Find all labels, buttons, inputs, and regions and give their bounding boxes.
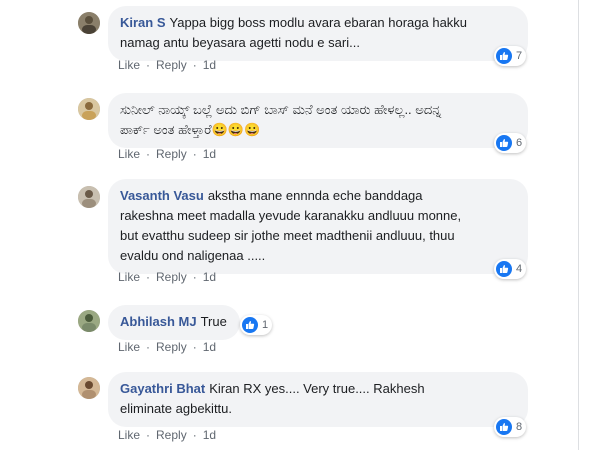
comment-author[interactable]: Gayathri Bhat <box>120 381 205 396</box>
comment-text: ಪಾರ್ಕ್ ಅಂತ ಹೇಳ್ತಾರೆ😀😀😀 <box>120 122 261 137</box>
comment-text: eliminate agbekittu. <box>120 401 233 416</box>
reaction-count[interactable]: 6 <box>494 133 527 153</box>
reply-link[interactable]: Reply <box>156 270 187 284</box>
reply-link[interactable]: Reply <box>156 428 187 442</box>
reaction-number: 6 <box>516 137 523 149</box>
comment-actions: Like · Reply · 1d <box>118 340 222 354</box>
thumbs-up-icon <box>242 317 258 333</box>
comment-bubble: Kiran S Yappa bigg boss modlu avara ebara… <box>108 6 528 61</box>
comment-actions: Like · Reply · 1d <box>118 147 222 161</box>
comment-text: rakeshna meet madalla yevude karanakku a… <box>120 208 462 223</box>
comment-author[interactable]: Vasanth Vasu <box>120 188 204 203</box>
comment-text: akstha mane ennnda eche banddaga <box>207 188 423 203</box>
separator: · <box>146 147 151 161</box>
comment-author[interactable]: Abhilash MJ <box>120 314 197 329</box>
comment-actions: Like · Reply · 1d <box>118 270 222 284</box>
reaction-number: 4 <box>516 263 523 275</box>
separator: · <box>146 58 151 72</box>
separator: · <box>146 270 151 284</box>
separator: · <box>192 58 197 72</box>
timestamp-link[interactable]: 1d <box>203 147 216 161</box>
separator: · <box>192 270 197 284</box>
reaction-count[interactable]: 8 <box>494 417 527 437</box>
like-link[interactable]: Like <box>118 340 140 354</box>
reaction-number: 7 <box>516 50 523 62</box>
timestamp-link[interactable]: 1d <box>203 340 216 354</box>
avatar[interactable] <box>78 186 100 208</box>
comment-bubble: Abhilash MJ True <box>108 305 240 340</box>
comment-text: ಸುನೀಲ್ ನಾಯ್ಕ್ ಬಲ್ಲೆ ಅದು ಬಿಗ್ ಬಾಸ್ ಮನೆ ಅಂ… <box>120 102 442 117</box>
reaction-count[interactable]: 7 <box>494 46 527 66</box>
comment-text: evaldu ond naligenaa ..... <box>120 248 266 263</box>
comment-bubble: Gayathri Bhat Kiran RX yes.... Very true.… <box>108 372 528 427</box>
separator: · <box>146 340 151 354</box>
separator: · <box>192 147 197 161</box>
thumbs-up-icon <box>496 135 512 151</box>
timestamp-link[interactable]: 1d <box>203 270 216 284</box>
avatar[interactable] <box>78 310 100 332</box>
comment-text: but evatthu sudeep sir jothe meet madthe… <box>120 228 455 243</box>
reply-link[interactable]: Reply <box>156 340 187 354</box>
thumbs-up-icon <box>496 419 512 435</box>
thumbs-up-icon <box>496 48 512 64</box>
reply-link[interactable]: Reply <box>156 58 187 72</box>
comment-author[interactable]: Kiran S <box>120 15 166 30</box>
comment-text: Kiran RX yes.... Very true.... Rakhesh <box>209 381 425 396</box>
separator: · <box>192 340 197 354</box>
like-link[interactable]: Like <box>118 147 140 161</box>
reaction-number: 8 <box>516 421 523 433</box>
comment-text: Yappa bigg boss modlu avara ebaran horag… <box>169 15 468 30</box>
thumbs-up-icon <box>496 261 512 277</box>
timestamp-link[interactable]: 1d <box>203 428 216 442</box>
reaction-number: 1 <box>262 319 269 331</box>
comment-actions: Like · Reply · 1d <box>118 58 222 72</box>
avatar[interactable] <box>78 12 100 34</box>
reaction-count[interactable]: 1 <box>240 315 273 335</box>
comment-text: True <box>200 314 227 329</box>
like-link[interactable]: Like <box>118 270 140 284</box>
comment-actions: Like · Reply · 1d <box>118 428 222 442</box>
like-link[interactable]: Like <box>118 58 140 72</box>
separator: · <box>146 428 151 442</box>
feed-border <box>578 0 579 450</box>
separator: · <box>192 428 197 442</box>
timestamp-link[interactable]: 1d <box>203 58 216 72</box>
like-link[interactable]: Like <box>118 428 140 442</box>
avatar[interactable] <box>78 98 100 120</box>
reply-link[interactable]: Reply <box>156 147 187 161</box>
comment-bubble: Vasanth Vasu akstha mane ennnda eche band… <box>108 179 528 274</box>
comment-text: namag antu beyasara agetti nodu e sari..… <box>120 35 360 50</box>
avatar[interactable] <box>78 377 100 399</box>
comment-bubble: ಸುನೀಲ್ ನಾಯ್ಕ್ ಬಲ್ಲೆ ಅದು ಬಿಗ್ ಬಾಸ್ ಮನೆ ಅಂ… <box>108 93 528 148</box>
reaction-count[interactable]: 4 <box>494 259 527 279</box>
